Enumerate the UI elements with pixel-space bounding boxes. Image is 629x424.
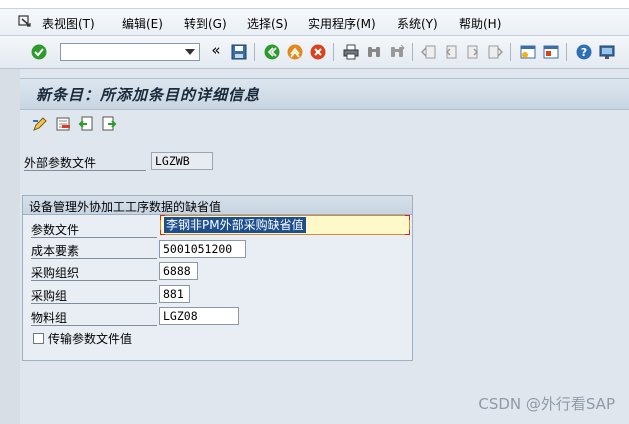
toolbar-separator	[254, 43, 255, 61]
transfer-profile-values-checkbox[interactable]	[33, 333, 44, 344]
find-icon[interactable]	[366, 44, 382, 60]
field-label-cost-element: 成本要素	[31, 244, 80, 258]
window-title-strip	[0, 0, 629, 9]
focus-corner	[160, 230, 165, 235]
label-underline	[24, 170, 146, 171]
focus-corner	[160, 215, 165, 220]
focus-corner	[405, 215, 410, 220]
menu-goto[interactable]: 转到(G)	[184, 15, 227, 32]
menu-edit[interactable]: 编辑(E)	[122, 15, 163, 32]
toolbar-separator	[510, 43, 511, 61]
label-underline	[31, 258, 157, 259]
content-area: 外部参数文件 LGZWB 设备管理外协加工工序数据的缺省值 参数文件 李钢非PM…	[20, 138, 629, 424]
layout-icon[interactable]	[599, 44, 615, 60]
next-entry-icon[interactable]	[101, 116, 117, 132]
field-label-material-group: 物料组	[31, 311, 68, 325]
parameter-file-selected-text: 李钢非PM外部采购缺省值	[164, 217, 306, 233]
purchasing-group-input[interactable]: 881	[159, 285, 190, 303]
change-display-icon[interactable]	[32, 116, 48, 132]
parameter-file-input[interactable]: 李钢非PM外部采购缺省值	[160, 215, 410, 235]
enter-icon[interactable]	[31, 44, 47, 60]
left-margin-strip	[0, 69, 20, 424]
find-next-icon[interactable]	[389, 44, 405, 60]
material-group-input[interactable]: LGZ08	[159, 307, 239, 325]
label-underline	[31, 303, 157, 304]
save-icon[interactable]	[231, 44, 247, 60]
field-label-purch-org: 采购组织	[31, 266, 80, 280]
screen-header: 新条目：所添加条目的详细信息	[20, 78, 629, 110]
create-session-icon[interactable]	[520, 44, 536, 60]
label-underline	[31, 237, 157, 238]
profile-value: LGZWB	[151, 152, 213, 170]
help-icon[interactable]: ?	[576, 44, 592, 60]
system-toolbar: « ?	[0, 36, 629, 69]
menu-selection[interactable]: 选择(S)	[247, 15, 288, 32]
group-header: 设备管理外协加工工序数据的缺省值	[23, 196, 412, 215]
menu-table-view[interactable]: 表视图(T)	[42, 15, 95, 32]
menu-help[interactable]: 帮助(H)	[459, 15, 501, 32]
toolbar-separator	[412, 43, 413, 61]
command-field[interactable]	[60, 43, 200, 61]
menu-system[interactable]: 系统(Y)	[397, 15, 438, 32]
svg-text:?: ?	[581, 46, 587, 59]
focus-corner	[405, 230, 410, 235]
menu-icon[interactable]	[18, 15, 32, 27]
transfer-profile-values-label: 传输参数文件值	[48, 332, 133, 346]
command-dropdown-icon[interactable]	[185, 49, 195, 55]
back-icon[interactable]	[264, 44, 280, 60]
chevron-left-icon[interactable]: «	[208, 41, 224, 59]
exit-icon[interactable]	[287, 44, 303, 60]
purchasing-org-input[interactable]: 6888	[159, 262, 198, 280]
defaults-group-box: 设备管理外协加工工序数据的缺省值 参数文件 李钢非PM外部采购缺省值 成本要素 …	[22, 195, 413, 361]
last-page-icon[interactable]	[487, 44, 503, 60]
field-label-purch-group: 采购组	[31, 289, 68, 303]
shortcut-icon[interactable]	[543, 44, 559, 60]
cost-element-input[interactable]: 5001051200	[159, 240, 246, 258]
label-underline	[31, 325, 157, 326]
next-page-icon[interactable]	[465, 44, 481, 60]
cancel-icon[interactable]	[310, 44, 326, 60]
field-label-parameter-file: 参数文件	[31, 223, 80, 237]
menu-utilities[interactable]: 实用程序(M)	[308, 15, 376, 32]
profile-label: 外部参数文件	[24, 156, 97, 170]
label-underline	[31, 280, 157, 281]
page-title: 新条目：所添加条目的详细信息	[36, 86, 261, 104]
group-title: 设备管理外协加工工序数据的缺省值	[29, 200, 222, 214]
previous-entry-icon[interactable]	[78, 116, 94, 132]
print-icon[interactable]	[343, 44, 359, 60]
toolbar-separator	[333, 43, 334, 61]
delete-icon[interactable]	[55, 116, 71, 132]
application-toolbar	[20, 112, 629, 136]
toolbar-separator	[566, 43, 567, 61]
menu-bar: 表视图(T) 编辑(E) 转到(G) 选择(S) 实用程序(M) 系统(Y) 帮…	[0, 9, 629, 36]
previous-page-icon[interactable]	[443, 44, 459, 60]
watermark: CSDN @外行看SAP	[478, 395, 615, 413]
first-page-icon[interactable]	[421, 44, 437, 60]
